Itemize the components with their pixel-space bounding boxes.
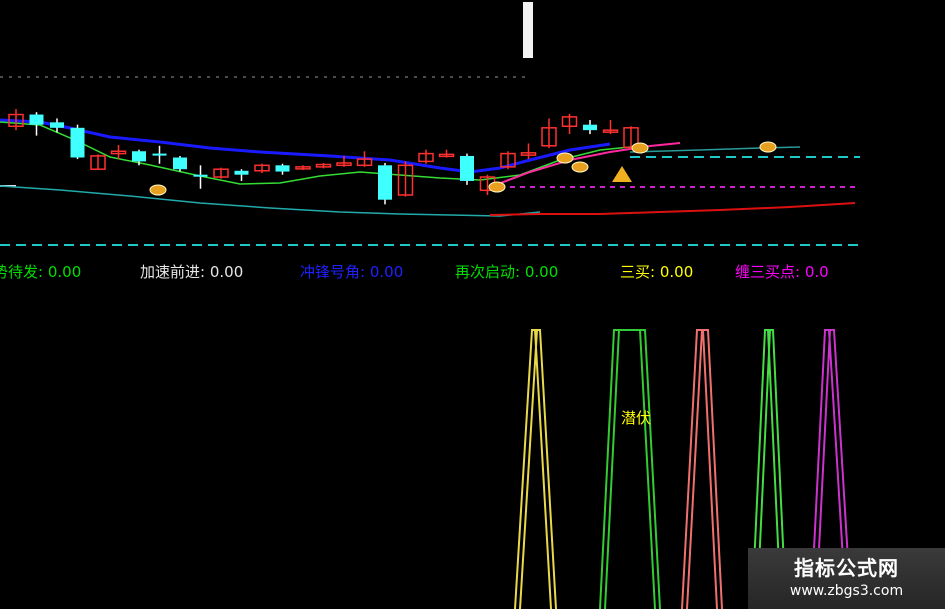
signal-flag-icon [612, 166, 632, 182]
candle-body [378, 165, 392, 200]
signal-coin-icon [759, 141, 777, 153]
candle-body [173, 157, 187, 170]
legend-label: 缠三买点 [735, 263, 796, 281]
indicator-spike-inner-line [686, 329, 718, 609]
annotation-label: 潜伏 [621, 409, 652, 427]
legend-value: : 0.00 [38, 263, 82, 281]
moving-average-lines [0, 118, 856, 217]
legend-label: 三买 [620, 263, 651, 281]
legend-value: : 0.00 [360, 263, 404, 281]
signal-coin-icon [488, 181, 506, 193]
legend-label: 蓄势待发 [0, 263, 39, 281]
legend-item: 加速前进: 0.00 [140, 261, 243, 283]
legend-item: 再次启动: 0.00 [455, 261, 558, 283]
legend-value: : 0.00 [515, 263, 559, 281]
ma-green-line [0, 121, 641, 185]
candle-body [70, 127, 85, 158]
candle-body [50, 122, 64, 128]
ma-red-line [489, 202, 856, 216]
legend-value: : 0.0 [795, 263, 829, 281]
indicator-spike-line [599, 329, 661, 609]
watermark: 指标公式网 www.zbgs3.com [748, 548, 945, 609]
legend-label: 再次启动 [455, 263, 516, 281]
legend-item: 冲锋号角: 0.00 [300, 261, 403, 283]
legend-value: : 0.00 [200, 263, 244, 281]
legend-item: 缠三买点: 0.0 [735, 261, 829, 283]
candle-body [275, 165, 290, 172]
indicator-spike-line [514, 329, 557, 609]
signal-coin-icon [631, 142, 649, 154]
candle-body [152, 153, 167, 156]
candle-body [583, 124, 597, 131]
legend-item: 蓄势待发: 0.00 [0, 261, 81, 283]
candle-body [460, 155, 474, 181]
candle-body [234, 170, 249, 175]
legend-label: 冲锋号角 [300, 263, 361, 281]
stock-chart [0, 76, 860, 609]
signal-coin-icon [556, 152, 574, 164]
indicator-spike-inner-line [519, 329, 552, 609]
watermark-url: www.zbgs3.com [789, 583, 904, 599]
candle-body [193, 174, 208, 177]
signal-coin-icon [149, 184, 167, 196]
indicator-spike-line [681, 329, 723, 609]
candle-body [132, 151, 146, 162]
indicator-legend: 蓄势待发: 0.00加速前进: 0.00冲锋号角: 0.00再次启动: 0.00… [0, 261, 945, 283]
legend-item: 三买: 0.00 [620, 261, 693, 283]
ma-teal-line [0, 185, 541, 217]
signal-coin-icon [571, 161, 589, 173]
watermark-title: 指标公式网 [794, 556, 899, 580]
scrollbar-handle[interactable] [523, 2, 533, 58]
candle-body [29, 114, 44, 125]
legend-value: : 0.00 [650, 263, 694, 281]
legend-label: 加速前进 [140, 263, 201, 281]
